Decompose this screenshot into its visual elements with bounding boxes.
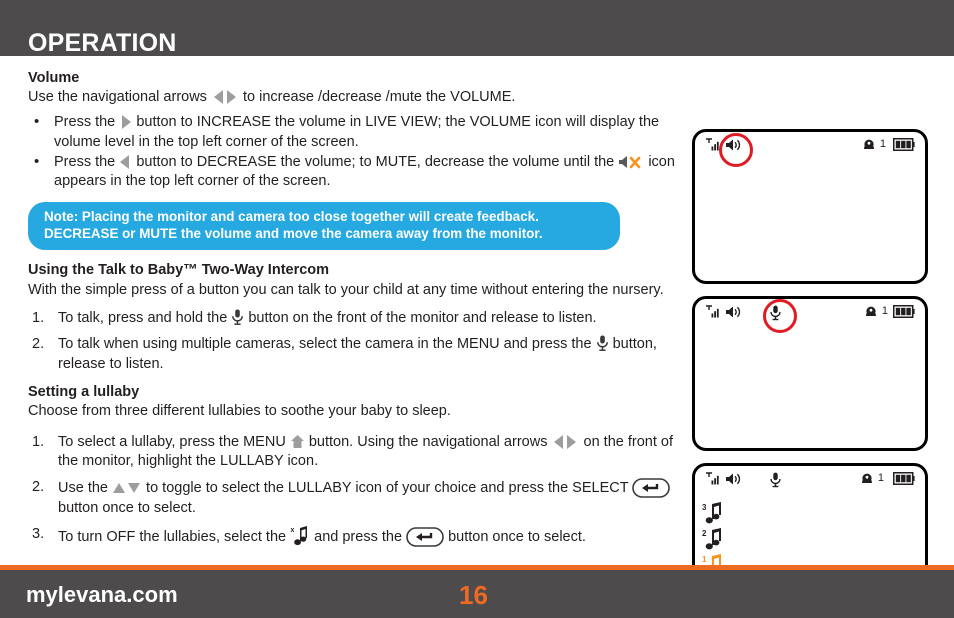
page-title: OPERATION [28,29,177,57]
microphone-icon [231,309,244,326]
battery-icon [893,305,915,318]
speaker-icon [725,472,743,486]
footer-website: mylevana.com [26,582,178,607]
intercom-step2-before: To talk when using multiple cameras, sel… [58,336,592,353]
manual-page: OPERATION Volume Use the navigational ar… [0,0,954,618]
intercom-steps: To talk, press and hold the button on th… [28,309,676,374]
lullaby-option-1-label: 1 [702,555,707,564]
status-left-group [705,472,743,486]
text-column: Volume Use the navigational arrows to in… [28,69,676,556]
lullaby-step-3: To turn OFF the lullabies, select the x … [28,525,676,548]
status-bar: 1 [695,470,925,492]
highlight-speaker-icon [719,133,753,167]
status-right-group: 1 [859,472,915,485]
lullaby-step1-p1: To select a lullaby, press the MENU [58,433,286,450]
status-left-group [705,305,743,319]
lullaby-option-3[interactable]: 3 [701,502,727,526]
battery-icon [893,138,915,151]
svg-text:x: x [291,527,295,534]
page-content: Volume Use the navigational arrows to in… [0,56,954,618]
left-right-arrows-icon [211,89,239,105]
screen-intercom: 1 [692,296,928,451]
volume-intro-after: to increase /decrease /mute the VOLUME. [243,89,516,106]
section-volume: Volume Use the navigational arrows to in… [28,69,676,251]
left-right-arrows-icon [551,434,579,450]
bullet1-after: button to INCREASE the volume in LIVE VI… [54,114,660,150]
signal-icon [705,305,721,319]
lullaby-step-2: Use the to toggle to select the LULLABY … [28,478,676,518]
microphone-icon [596,335,609,352]
footer-page-number: 16 [459,580,488,610]
volume-bullet-decrease: Press the button to DECREASE the volume;… [28,152,676,192]
status-mid-group [769,472,782,490]
lullaby-step2-p2: to toggle to select the LULLABY icon of … [146,480,629,497]
section-intercom: Using the Talk to Baby™ Two-Way Intercom… [28,261,676,374]
mute-icon [618,154,644,170]
bullet2-mid: button to DECREASE the volume; to MUTE, … [136,153,615,170]
camera-icon [859,472,875,485]
section-lullaby: Setting a lullaby Choose from three diff… [28,383,676,548]
left-arrow-icon [119,154,132,170]
battery-icon [893,472,915,485]
page-footer: mylevana.com 16 [0,570,954,618]
screen-volume: 1 [692,129,928,284]
lullaby-intro: Choose from three different lullabies to… [28,403,451,420]
volume-bullets: Press the button to INCREASE the volume … [28,112,676,192]
lullaby-steps: To select a lullaby, press the MENU butt… [28,433,676,548]
right-arrow-icon [119,114,132,130]
intercom-step-2: To talk when using multiple cameras, sel… [28,335,676,374]
camera-number: 1 [879,138,886,150]
lullaby-step2-p1: Use the [58,480,108,497]
bullet2-before: Press the [54,153,116,170]
lullaby-step1-p2: button. Using the navigational arrows [308,433,548,450]
volume-bullet-increase: Press the button to INCREASE the volume … [28,112,676,152]
lullaby-heading: Setting a lullaby [28,384,140,401]
lullaby-off-icon: x [290,525,310,547]
lullaby-option-2-label: 2 [702,529,707,538]
intercom-step-1: To talk, press and hold the button on th… [28,309,676,329]
volume-intro-before: Use the navigational arrows [28,89,207,106]
intercom-intro: With the simple press of a button you ca… [28,281,664,298]
microphone-icon [769,472,782,488]
volume-heading: Volume [28,70,80,86]
menu-home-icon [290,434,305,449]
intercom-step1-after: button on the front of the monitor and r… [248,309,597,326]
lullaby-step3-p3: button once to select. [448,529,586,546]
intercom-step1-before: To talk, press and hold the [58,309,228,326]
lullaby-option-2[interactable]: 2 [701,528,727,552]
camera-number: 1 [881,305,888,317]
lullaby-step3-p2: and press the [314,529,403,546]
note-line-2: DECREASE or MUTE the volume and move the… [44,226,543,242]
signal-icon [705,472,721,486]
note-callout: Note: Placing the monitor and camera too… [28,201,620,251]
camera-number: 1 [877,472,884,484]
lullaby-step2-p3: button once to select. [58,499,196,516]
intercom-heading: Using the Talk to Baby™ Two-Way Intercom [28,262,330,279]
note-line-1: Note: Placing the monitor and camera too… [44,208,539,224]
lullaby-step3-p1: To turn OFF the lullabies, select the [58,529,287,546]
lullaby-option-3-label: 3 [702,503,707,512]
status-right-group: 1 [863,305,915,318]
select-enter-icon [406,527,444,548]
up-down-arrows-icon [112,480,142,496]
highlight-microphone-icon [763,299,797,333]
bullet1-before: Press the [54,114,116,131]
status-bar: 1 [695,303,925,325]
camera-icon [861,138,877,151]
speaker-icon [725,305,743,319]
lullaby-step-1: To select a lullaby, press the MENU butt… [28,433,676,472]
volume-intro: Use the navigational arrows to increase … [28,88,676,107]
select-enter-icon [632,478,671,499]
camera-icon [863,305,879,318]
status-right-group: 1 [861,138,915,151]
